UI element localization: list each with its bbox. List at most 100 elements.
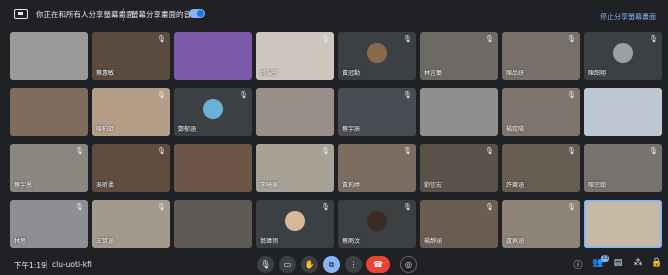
- participant-tile[interactable]: 🎙 陳宗翰: [584, 144, 662, 192]
- participant-tile[interactable]: [174, 200, 252, 248]
- participant-name: 吳昕柔: [96, 182, 115, 189]
- participant-tile[interactable]: [420, 88, 498, 136]
- participant-name: 蔡宇恩: [14, 182, 33, 189]
- participant-tile[interactable]: 🎙 蔡惠敏: [92, 32, 170, 80]
- participant-tile[interactable]: 🎙 姚瑞彤: [256, 32, 334, 80]
- mic-muted-icon: 🎙: [649, 147, 658, 155]
- avatar: [203, 99, 223, 119]
- participant-tile[interactable]: [584, 88, 662, 136]
- participant-name: 許樂涵: [506, 182, 525, 189]
- mic-muted-icon: 🎙: [485, 147, 494, 155]
- end-call-button[interactable]: ☎: [366, 256, 390, 273]
- sharing-status-text: 你正在和所有人分享螢幕畫面: [36, 10, 134, 19]
- screen-share-icon: [14, 9, 28, 19]
- participant-name: 陳韶翔: [588, 70, 607, 77]
- participant-name: 鄭郁涵: [178, 126, 197, 133]
- participant-tile[interactable]: 🎙 蔡宇恩: [10, 144, 88, 192]
- mic-muted-icon: 🎙: [403, 35, 412, 43]
- participant-tile[interactable]: [174, 144, 252, 192]
- participant-tile[interactable]: 🎙 盧佩涵: [502, 200, 580, 248]
- camera-button[interactable]: ▭: [279, 256, 296, 273]
- meeting-code: clu-uoti-kfi: [52, 260, 92, 269]
- more-options-button[interactable]: ⋮: [345, 256, 362, 273]
- record-button[interactable]: ◎: [400, 256, 417, 273]
- participant-tile[interactable]: 🎙 許樂涵: [502, 144, 580, 192]
- participant-tile[interactable]: [10, 32, 88, 80]
- participant-tile[interactable]: [256, 88, 334, 136]
- participant-tile[interactable]: 🎙 楊鎧陽: [502, 88, 580, 136]
- activities-icon[interactable]: ⁂: [632, 258, 644, 268]
- mic-muted-icon: 🎙: [157, 203, 166, 211]
- participant-tile[interactable]: 🎙 翁瑋翎: [256, 200, 334, 248]
- participant-name: 林思: [14, 238, 27, 245]
- mic-muted-icon: 🎙: [157, 35, 166, 43]
- meeting-time: 下午1:19: [14, 261, 46, 270]
- participant-name: 陳柏諺: [96, 126, 115, 133]
- mic-muted-icon: 🎙: [567, 147, 576, 155]
- host-controls-icon[interactable]: 🔒: [651, 258, 663, 268]
- participant-name: 劉信宏: [424, 182, 443, 189]
- participant-tile[interactable]: 🎙 李曉華: [256, 144, 334, 192]
- mic-muted-icon: 🎙: [403, 91, 412, 99]
- participant-name: 蔡雨汶: [342, 238, 361, 245]
- mic-muted-icon: 🎙: [403, 147, 412, 155]
- mic-muted-icon: 🎙: [403, 203, 412, 211]
- participant-name: 陳品妍: [506, 70, 525, 77]
- info-icon[interactable]: ⓘ: [572, 258, 584, 271]
- avatar: [367, 43, 387, 63]
- avatar: [367, 211, 387, 231]
- participant-tile[interactable]: 🎙 蔡雨汶: [338, 200, 416, 248]
- participant-tile[interactable]: 🎙 楊靜涵: [420, 200, 498, 248]
- stop-sharing-button[interactable]: 停止分享螢幕畫面: [600, 12, 656, 22]
- participant-name: 林宜蓁: [424, 70, 443, 77]
- participant-tile[interactable]: 🎙 鄭郁涵: [174, 88, 252, 136]
- mic-muted-icon: 🎙: [157, 147, 166, 155]
- mic-muted-icon: 🎙: [75, 147, 84, 155]
- participant-tile[interactable]: [584, 200, 662, 248]
- mic-muted-icon: 🎙: [321, 147, 330, 155]
- microphone-button[interactable]: 🎙: [257, 256, 274, 273]
- chat-icon[interactable]: ▤: [612, 258, 624, 268]
- participant-tile[interactable]: 🎙 林思: [10, 200, 88, 248]
- participant-tile[interactable]: 🎙 陳品妍: [502, 32, 580, 80]
- avatar: [613, 43, 633, 63]
- participant-tile[interactable]: [174, 32, 252, 80]
- participant-tile[interactable]: 🎙 林宜蓁: [420, 32, 498, 80]
- sharing-banner: 你正在和所有人分享螢幕畫面 螢幕分享畫面的音效 停止分享螢幕畫面: [0, 0, 668, 30]
- participant-tile[interactable]: 🎙 蔡宇辰: [338, 88, 416, 136]
- participant-tile[interactable]: 🎙 吳昕柔: [92, 144, 170, 192]
- avatar: [285, 211, 305, 231]
- raise-hand-button[interactable]: ✋: [301, 256, 318, 273]
- mic-muted-icon: 🎙: [75, 203, 84, 211]
- time-divider: [46, 260, 47, 269]
- participant-name: 蔡惠敏: [96, 70, 115, 77]
- mic-muted-icon: 🎙: [485, 35, 494, 43]
- participant-tile[interactable]: [10, 88, 88, 136]
- participant-name: 黃冠勳: [342, 70, 361, 77]
- mic-muted-icon: 🎙: [567, 35, 576, 43]
- mic-muted-icon: 🎙: [321, 203, 330, 211]
- participant-tile[interactable]: 🎙 王筑涵: [92, 200, 170, 248]
- participant-name: 楊靜涵: [424, 238, 443, 245]
- mic-muted-icon: 🎙: [649, 35, 658, 43]
- mic-muted-icon: 🎙: [567, 203, 576, 211]
- mic-muted-icon: 🎙: [239, 91, 248, 99]
- participant-tile[interactable]: 🎙 陳韶翔: [584, 32, 662, 80]
- participant-tile[interactable]: 🎙 黃莉婷: [338, 144, 416, 192]
- participant-name: 李曉華: [260, 182, 279, 189]
- participant-count-badge: 33: [601, 255, 610, 262]
- participant-name: 黃莉婷: [342, 182, 361, 189]
- present-screen-button[interactable]: ⧉: [323, 256, 340, 273]
- participant-grid: 🎙 蔡惠敏 🎙 姚瑞彤 🎙 黃冠勳 🎙 林宜蓁 🎙 陳品妍 🎙 陳韶翔 🎙 陳柏諺 🎙 鄭郁涵 🎙 蔡宇辰 🎙 楊鎧陽…: [10, 32, 662, 250]
- mic-muted-icon: 🎙: [567, 91, 576, 99]
- participant-name: 陳宗翰: [588, 182, 607, 189]
- share-audio-toggle[interactable]: [189, 9, 205, 18]
- mic-muted-icon: 🎙: [157, 91, 166, 99]
- participant-tile[interactable]: 🎙 劉信宏: [420, 144, 498, 192]
- participant-name: 蔡宇辰: [342, 126, 361, 133]
- participant-name: 翁瑋翎: [260, 238, 279, 245]
- mic-muted-icon: 🎙: [321, 35, 330, 43]
- participant-tile[interactable]: 🎙 陳柏諺: [92, 88, 170, 136]
- mic-muted-icon: 🎙: [485, 203, 494, 211]
- participant-tile[interactable]: 🎙 黃冠勳: [338, 32, 416, 80]
